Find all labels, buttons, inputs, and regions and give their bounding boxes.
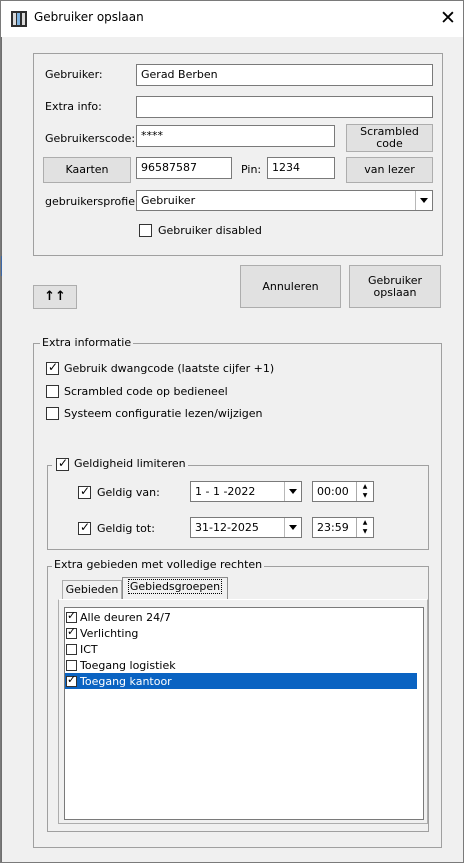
list-item[interactable]: ICT — [65, 641, 417, 657]
gebruiker-label: Gebruiker: — [45, 68, 103, 81]
scrambled-bedieneel-checkbox[interactable] — [46, 385, 59, 398]
item-checkbox[interactable] — [66, 673, 77, 687]
tab-gebiedsgroepen-label: Gebiedsgroepen — [127, 579, 223, 594]
item-checkbox[interactable] — [66, 643, 77, 655]
geldig-tot-time[interactable]: 23:59 ▲ ▼ — [312, 517, 374, 538]
list-item[interactable]: Verlichting — [65, 625, 417, 641]
systeem-configuratie-checkbox[interactable] — [46, 407, 59, 420]
kaart-number-input[interactable]: 96587587 — [136, 157, 232, 179]
geldig-tot-time-value: 23:59 — [317, 521, 349, 534]
gebruiker-disabled-checkbox[interactable] — [139, 224, 152, 237]
list-item-label: Verlichting — [80, 626, 139, 640]
gebruikerscode-label: Gebruikerscode: — [45, 132, 136, 145]
left-border — [0, 37, 2, 863]
list-item-label: ICT — [80, 642, 98, 656]
pin-input[interactable]: 1234 — [267, 157, 335, 179]
geldig-van-date-value: 1 - 1 -2022 — [195, 485, 256, 498]
spin-updown-icon[interactable]: ▲ ▼ — [356, 482, 373, 501]
van-lezer-label: van lezer — [364, 163, 415, 176]
geldig-tot-checkbox[interactable] — [78, 520, 91, 535]
list-item-label: Toegang logistiek — [80, 658, 176, 672]
gebruikersprofiel-select[interactable]: Gebruiker — [136, 190, 433, 211]
list-item-label: Alle deuren 24/7 — [80, 610, 171, 624]
move-up-button[interactable]: ↑↑ — [33, 285, 77, 309]
list-item-selected[interactable]: Toegang kantoor — [65, 673, 417, 689]
list-item[interactable]: Alle deuren 24/7 — [65, 609, 417, 625]
double-arrow-up-icon: ↑↑ — [44, 289, 66, 304]
extra-info-input[interactable] — [136, 96, 433, 118]
gebruikersprofiel-label: gebruikersprofiel — [45, 195, 139, 208]
geldig-tot-label: Geldig tot: — [97, 522, 155, 535]
geldigheid-checkbox[interactable] — [56, 456, 69, 471]
van-lezer-button[interactable]: van lezer — [346, 157, 433, 183]
geldigheid-legend: Geldigheid limiteren — [52, 457, 188, 470]
gebruiker-opslaan-label: Gebruiker opslaan — [367, 273, 423, 299]
extra-informatie-legend: Extra informatie — [40, 336, 134, 349]
chevron-down-icon[interactable] — [415, 191, 432, 210]
gebruiker-opslaan-button[interactable]: Gebruiker opslaan — [349, 265, 441, 308]
list-item[interactable]: Toegang logistiek — [65, 657, 417, 673]
scrambled-code-button[interactable]: Scrambled code — [346, 124, 433, 152]
close-icon[interactable]: ✕ — [434, 4, 462, 32]
scrambled-bedieneel-label: Scrambled code op bedieneel — [64, 385, 228, 398]
gebruiker-input[interactable]: Gerad Berben — [136, 64, 433, 86]
item-checkbox[interactable] — [66, 609, 77, 623]
geldig-van-label: Geldig van: — [97, 486, 160, 499]
geldig-van-time-value: 00:00 — [317, 485, 349, 498]
annuleren-button[interactable]: Annuleren — [240, 265, 341, 308]
dwangcode-label: Gebruik dwangcode (laatste cijfer +1) — [64, 362, 275, 375]
item-checkbox[interactable] — [66, 659, 77, 671]
dwangcode-checkbox[interactable] — [46, 360, 59, 375]
gebruikersprofiel-value: Gebruiker — [141, 194, 196, 207]
geldig-tot-date-value: 31-12-2025 — [195, 521, 259, 534]
list-item-label: Toegang kantoor — [80, 674, 172, 688]
geldig-van-checkbox[interactable] — [78, 484, 91, 499]
gebiedsgroepen-list[interactable]: Alle deuren 24/7 Verlichting ICT Toegang… — [64, 607, 424, 820]
kaarten-label: Kaarten — [65, 163, 109, 176]
kaarten-button[interactable]: Kaarten — [43, 157, 131, 183]
window-title: Gebruiker opslaan — [34, 10, 144, 24]
tab-gebieden[interactable]: Gebieden — [62, 580, 122, 600]
gebruikerscode-input[interactable]: **** — [136, 125, 335, 147]
systeem-configuratie-label: Systeem configuratie lezen/wijzigen — [64, 407, 263, 420]
spin-updown-icon[interactable]: ▲ ▼ — [356, 518, 373, 537]
calendar-dropdown-icon[interactable] — [284, 518, 301, 537]
left-border-accent — [0, 256, 2, 276]
scrambled-code-label: Scrambled code — [360, 125, 419, 150]
pin-label: Pin: — [241, 163, 262, 176]
geldig-van-time[interactable]: 00:00 ▲ ▼ — [312, 481, 374, 502]
annuleren-label: Annuleren — [262, 279, 319, 293]
app-icon — [11, 11, 27, 27]
calendar-dropdown-icon[interactable] — [284, 482, 301, 501]
extra-gebieden-legend: Extra gebieden met volledige rechten — [52, 558, 265, 571]
gebruiker-disabled-label: Gebruiker disabled — [158, 224, 262, 237]
geldig-van-date[interactable]: 1 - 1 -2022 — [190, 481, 302, 502]
tab-gebiedsgroepen[interactable]: Gebiedsgroepen — [122, 577, 228, 600]
geldig-tot-date[interactable]: 31-12-2025 — [190, 517, 302, 538]
item-checkbox[interactable] — [66, 625, 77, 639]
extra-info-label: Extra info: — [45, 100, 102, 113]
